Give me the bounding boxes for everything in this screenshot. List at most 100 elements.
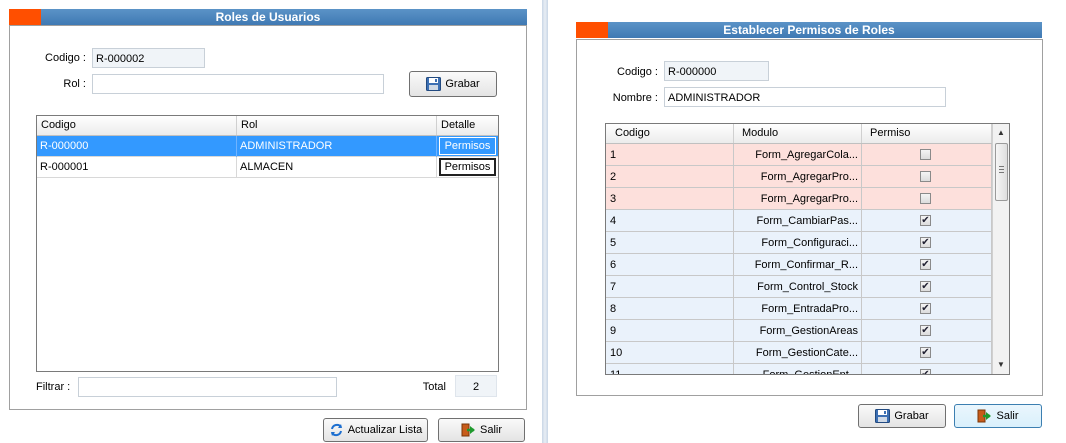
rol-input[interactable] bbox=[92, 74, 384, 94]
permisos-button[interactable]: Permisos bbox=[439, 137, 496, 155]
cell-modulo: Form_Configuraci... bbox=[734, 232, 862, 254]
salir-button[interactable]: Salir bbox=[954, 404, 1042, 428]
scroll-down-arrow-icon[interactable]: ▼ bbox=[997, 360, 1005, 369]
table-row[interactable]: 1 Form_AgregarCola... bbox=[606, 144, 992, 166]
col-permiso[interactable]: Permiso bbox=[862, 124, 992, 143]
cell-codigo: R-000000 bbox=[37, 136, 237, 157]
roles-table-header: Codigo Rol Detalle bbox=[37, 116, 498, 136]
roles-title-bar: Roles de Usuarios bbox=[9, 9, 527, 25]
table-row[interactable]: 11 Form_GestionEnt... ✔ bbox=[606, 364, 992, 374]
refresh-arrows-icon bbox=[329, 423, 344, 437]
title-accent bbox=[9, 9, 41, 25]
table-row[interactable]: 10 Form_GestionCate... ✔ bbox=[606, 342, 992, 364]
permiso-checkbox[interactable] bbox=[920, 171, 931, 182]
cell-modulo: Form_CambiarPas... bbox=[734, 210, 862, 232]
table-row[interactable]: R-000001 ALMACEN Permisos bbox=[37, 157, 498, 178]
salir-label: Salir bbox=[996, 410, 1019, 422]
cell-codigo: R-000001 bbox=[37, 157, 237, 178]
permiso-checkbox[interactable]: ✔ bbox=[920, 281, 931, 292]
actualizar-lista-label: Actualizar Lista bbox=[347, 424, 423, 436]
cell-rol: ALMACEN bbox=[237, 157, 437, 178]
table-row[interactable]: 4 Form_CambiarPas... ✔ bbox=[606, 210, 992, 232]
cell-codigo: 2 bbox=[606, 166, 734, 188]
cell-permiso: ✔ bbox=[862, 342, 992, 364]
cell-modulo: Form_Control_Stock bbox=[734, 276, 862, 298]
permisos-title: Establecer Permisos de Roles bbox=[723, 23, 895, 37]
cell-rol: ADMINISTRADOR bbox=[237, 136, 437, 157]
permiso-checkbox[interactable]: ✔ bbox=[920, 215, 931, 226]
cell-codigo: 5 bbox=[606, 232, 734, 254]
title-accent bbox=[576, 22, 608, 38]
table-row[interactable]: 3 Form_AgregarPro... bbox=[606, 188, 992, 210]
grabar-button[interactable]: Grabar bbox=[409, 71, 497, 97]
cell-codigo: 9 bbox=[606, 320, 734, 342]
grabar-button[interactable]: Grabar bbox=[858, 404, 946, 428]
floppy-disk-icon bbox=[426, 77, 442, 91]
window-separator bbox=[542, 0, 548, 443]
roles-table: Codigo Rol Detalle R-000000 ADMINISTRADO… bbox=[36, 115, 499, 372]
exit-door-icon bbox=[461, 423, 476, 437]
filtrar-label: Filtrar : bbox=[36, 381, 71, 393]
permiso-checkbox[interactable] bbox=[920, 193, 931, 204]
cell-permiso: ✔ bbox=[862, 364, 992, 374]
col-detalle[interactable]: Detalle bbox=[437, 116, 498, 135]
codigo-field[interactable]: R-000000 bbox=[664, 61, 769, 81]
col-codigo[interactable]: Codigo bbox=[37, 116, 237, 135]
cell-modulo: Form_EntradaPro... bbox=[734, 298, 862, 320]
table-row[interactable]: 6 Form_Confirmar_R... ✔ bbox=[606, 254, 992, 276]
salir-button[interactable]: Salir bbox=[438, 418, 525, 442]
permiso-checkbox[interactable]: ✔ bbox=[920, 347, 931, 358]
permiso-checkbox[interactable]: ✔ bbox=[920, 237, 931, 248]
codigo-field[interactable]: R-000002 bbox=[92, 48, 205, 68]
cell-permiso: ✔ bbox=[862, 254, 992, 276]
table-row[interactable]: 5 Form_Configuraci... ✔ bbox=[606, 232, 992, 254]
table-row[interactable]: R-000000 ADMINISTRADOR Permisos bbox=[37, 136, 498, 157]
cell-codigo: 8 bbox=[606, 298, 734, 320]
permisos-table-header: Codigo Modulo Permiso bbox=[606, 124, 1009, 144]
cell-permiso bbox=[862, 188, 992, 210]
cell-permiso: ✔ bbox=[862, 210, 992, 232]
col-modulo[interactable]: Modulo bbox=[734, 124, 862, 143]
scroll-thumb[interactable] bbox=[995, 143, 1008, 201]
cell-modulo: Form_Confirmar_R... bbox=[734, 254, 862, 276]
grip-icon bbox=[999, 166, 1004, 167]
vertical-scrollbar[interactable]: ▲ ▼ bbox=[992, 124, 1009, 374]
filtrar-input[interactable] bbox=[78, 377, 337, 397]
grabar-label: Grabar bbox=[445, 78, 480, 90]
total-count: 2 bbox=[455, 375, 497, 397]
cell-codigo: 1 bbox=[606, 144, 734, 166]
salir-label: Salir bbox=[479, 424, 502, 436]
grabar-label: Grabar bbox=[894, 410, 929, 422]
actualizar-lista-button[interactable]: Actualizar Lista bbox=[323, 418, 428, 442]
permiso-checkbox[interactable]: ✔ bbox=[920, 325, 931, 336]
table-row[interactable]: 2 Form_AgregarPro... bbox=[606, 166, 992, 188]
cell-permiso: ✔ bbox=[862, 298, 992, 320]
table-row[interactable]: 7 Form_Control_Stock ✔ bbox=[606, 276, 992, 298]
scroll-up-arrow-icon[interactable]: ▲ bbox=[997, 128, 1005, 137]
codigo-label: Codigo : bbox=[45, 52, 86, 64]
cell-modulo: Form_GestionEnt... bbox=[734, 364, 862, 374]
nombre-field[interactable]: ADMINISTRADOR bbox=[664, 87, 946, 107]
cell-codigo: 3 bbox=[606, 188, 734, 210]
cell-modulo: Form_AgregarPro... bbox=[734, 166, 862, 188]
table-row[interactable]: 9 Form_GestionAreas ✔ bbox=[606, 320, 992, 342]
col-rol[interactable]: Rol bbox=[237, 116, 437, 135]
rol-label: Rol : bbox=[63, 78, 86, 90]
col-codigo[interactable]: Codigo bbox=[606, 124, 734, 143]
cell-permiso: ✔ bbox=[862, 276, 992, 298]
permisos-button[interactable]: Permisos bbox=[439, 158, 496, 176]
exit-door-icon bbox=[977, 409, 992, 423]
permiso-checkbox[interactable]: ✔ bbox=[920, 303, 931, 314]
cell-modulo: Form_AgregarPro... bbox=[734, 188, 862, 210]
permiso-checkbox[interactable]: ✔ bbox=[920, 369, 931, 374]
permiso-checkbox[interactable] bbox=[920, 149, 931, 160]
cell-permiso bbox=[862, 144, 992, 166]
cell-permiso: ✔ bbox=[862, 320, 992, 342]
permisos-title-bar: Establecer Permisos de Roles bbox=[576, 22, 1042, 38]
permiso-checkbox[interactable]: ✔ bbox=[920, 259, 931, 270]
cell-codigo: 4 bbox=[606, 210, 734, 232]
cell-modulo: Form_GestionAreas bbox=[734, 320, 862, 342]
total-label: Total bbox=[422, 381, 446, 393]
roles-title: Roles de Usuarios bbox=[215, 10, 321, 24]
table-row[interactable]: 8 Form_EntradaPro... ✔ bbox=[606, 298, 992, 320]
